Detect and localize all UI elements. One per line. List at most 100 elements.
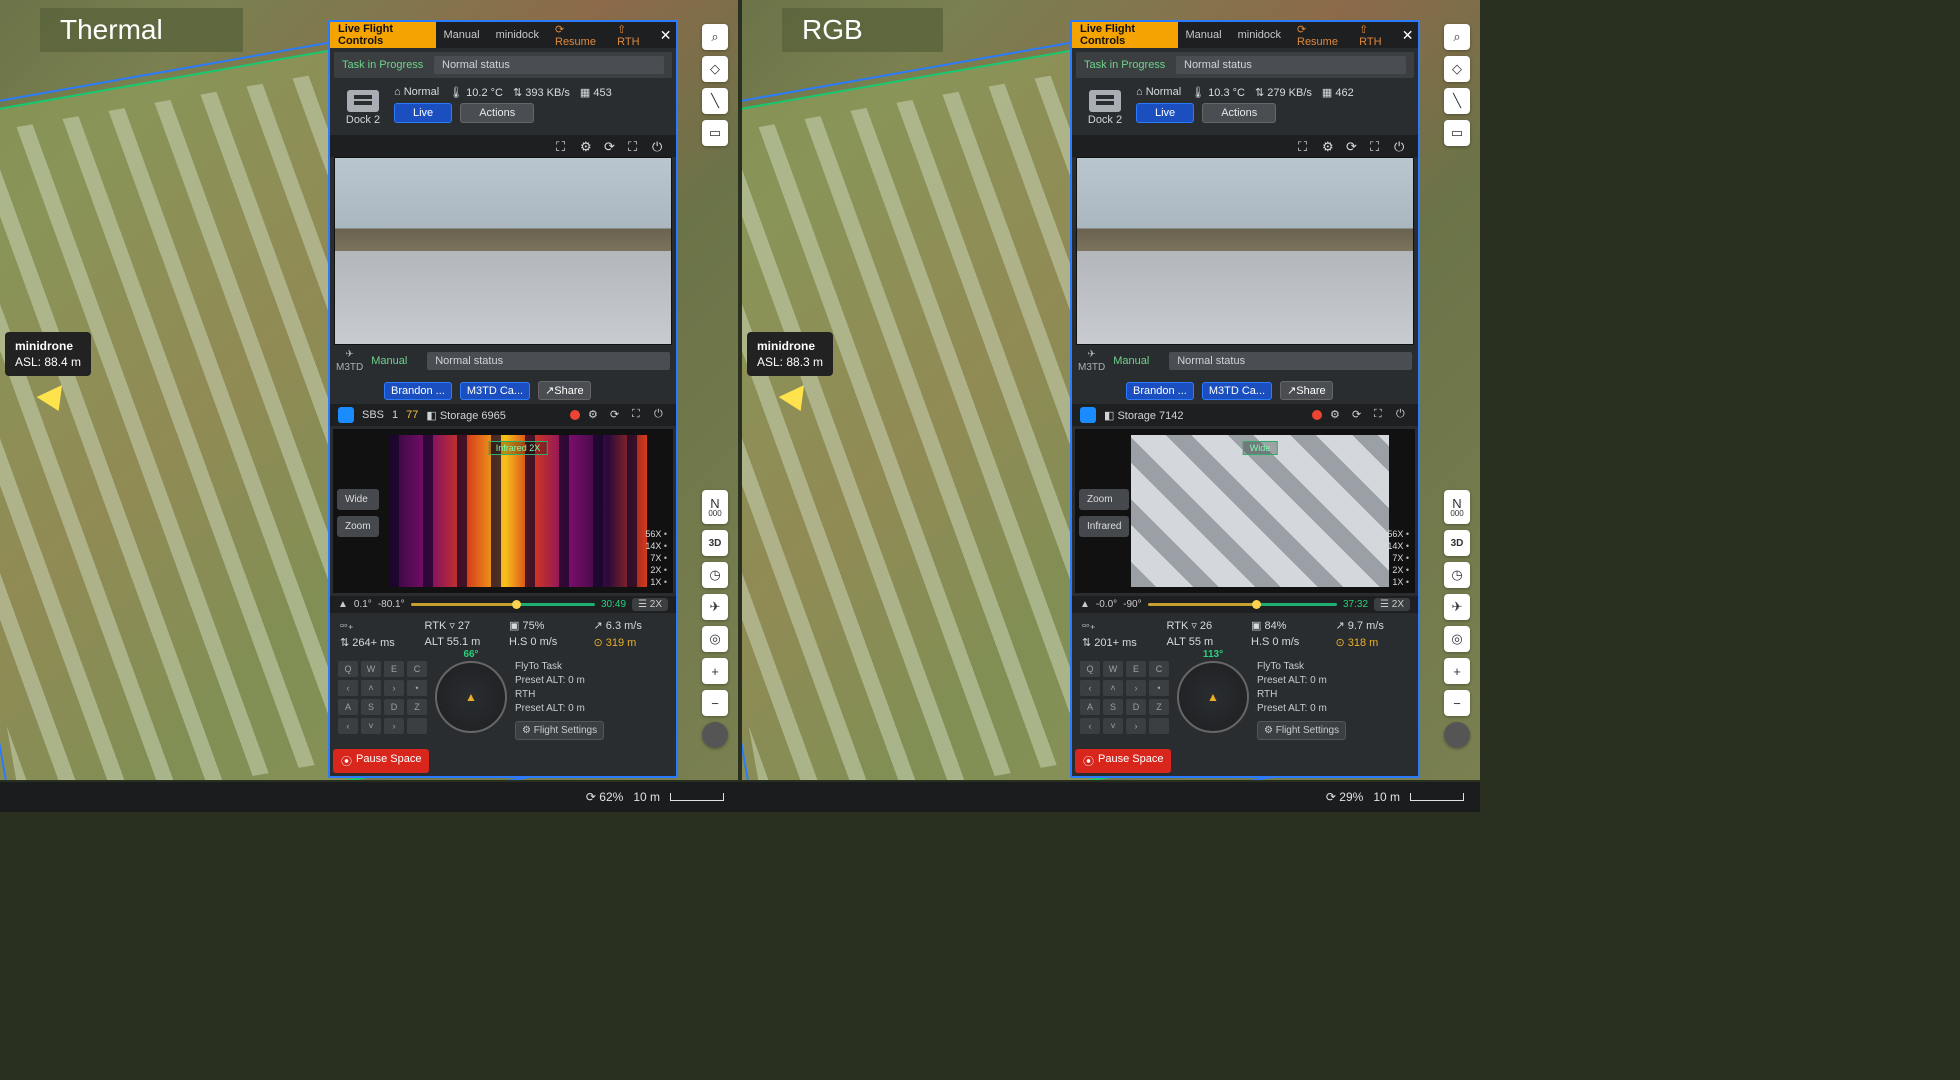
refresh-icon-2[interactable]: ⟳: [610, 408, 624, 422]
rect-icon[interactable]: ▭: [1444, 120, 1470, 146]
plane-icon[interactable]: ✈: [702, 594, 728, 620]
task-label: Task in Progress: [342, 59, 428, 71]
gear-icon-2[interactable]: ⚙: [1330, 408, 1344, 422]
gear-icon[interactable]: ⚙: [1322, 139, 1336, 153]
close-icon[interactable]: ✕: [1397, 27, 1418, 44]
pilot-chip[interactable]: Brandon ...: [384, 382, 452, 400]
heading-compass[interactable]: [435, 661, 507, 733]
search-icon[interactable]: ⌕: [702, 24, 728, 50]
north-icon[interactable]: N000: [702, 490, 728, 524]
link-icon[interactable]: ⛶: [1298, 139, 1312, 153]
gimbal-slider[interactable]: [1148, 603, 1337, 606]
3d-toggle[interactable]: 3D: [702, 530, 728, 556]
actions-button[interactable]: Actions: [460, 103, 534, 123]
zoom-in-button[interactable]: +: [1444, 658, 1470, 684]
clock-icon[interactable]: ◷: [1444, 562, 1470, 588]
share-chip[interactable]: ↗Share: [1280, 381, 1333, 400]
rect-icon[interactable]: ▭: [702, 120, 728, 146]
minimap-icon[interactable]: [1444, 722, 1470, 748]
drone-marker-label[interactable]: minidrone ASL: 88.3 m: [747, 332, 833, 376]
zoom-in-button[interactable]: +: [702, 658, 728, 684]
plane-icon[interactable]: ✈: [1444, 594, 1470, 620]
fullscreen-icon[interactable]: ⛶: [1370, 139, 1384, 153]
clock-icon[interactable]: ◷: [702, 562, 728, 588]
tab-minidock[interactable]: minidock: [488, 22, 547, 48]
fullscreen-icon-2[interactable]: ⛶: [1374, 408, 1388, 422]
minimap-icon[interactable]: [702, 722, 728, 748]
3d-toggle[interactable]: 3D: [1444, 530, 1470, 556]
tab-live-controls[interactable]: Live Flight Controls: [1072, 22, 1178, 48]
actions-button[interactable]: Actions: [1202, 103, 1276, 123]
north-icon[interactable]: N000: [1444, 490, 1470, 524]
tab-minidock[interactable]: minidock: [1230, 22, 1289, 48]
map-tools-top: ⌕ ◇ ╲ ▭: [1444, 24, 1470, 146]
zoom-stack[interactable]: 56X14X7X2X1X: [645, 529, 667, 587]
resume-button[interactable]: ⟳ Resume: [547, 22, 609, 48]
fullscreen-icon[interactable]: ⛶: [628, 139, 642, 153]
drone-marker-icon[interactable]: [40, 390, 68, 418]
line-icon[interactable]: ╲: [702, 88, 728, 114]
keyboard-hints: QWEC ‹˄›• ASDZ ‹˅›: [338, 661, 427, 734]
feed-toggle-icon[interactable]: [338, 407, 354, 423]
wide-button[interactable]: Wide: [337, 489, 379, 510]
sbs-label: SBS: [362, 409, 384, 421]
drone-marker-icon[interactable]: [782, 390, 810, 418]
scale-label: 10 m: [1373, 790, 1400, 804]
gimbal-slider[interactable]: [411, 603, 595, 606]
camera-chip[interactable]: M3TD Ca...: [1202, 382, 1272, 400]
infrared-button[interactable]: Infrared: [1079, 516, 1129, 537]
record-icon[interactable]: [570, 410, 580, 420]
camera-chip[interactable]: M3TD Ca...: [460, 382, 530, 400]
zoom-out-button[interactable]: −: [702, 690, 728, 716]
share-chip[interactable]: ↗Share: [538, 381, 591, 400]
zoom-button[interactable]: Zoom: [337, 516, 379, 537]
record-icon[interactable]: [1312, 410, 1322, 420]
resume-button[interactable]: ⟳ Resume: [1289, 22, 1351, 48]
gimbal-zoom[interactable]: ☰ 2X: [632, 598, 668, 611]
pause-button[interactable]: Pause Space: [333, 749, 429, 773]
drone-feed[interactable]: Wide Zoom Infrared 2X 56X14X7X2X1X: [333, 429, 673, 593]
drone-status: Normal status: [427, 352, 670, 370]
refresh-icon-2[interactable]: ⟳: [1352, 408, 1366, 422]
line-icon[interactable]: ╲: [1444, 88, 1470, 114]
refresh-icon[interactable]: ⟳: [604, 139, 618, 153]
feed-toggle-icon[interactable]: [1080, 407, 1096, 423]
drone-marker-label[interactable]: minidrone ASL: 88.4 m: [5, 332, 91, 376]
tab-manual[interactable]: Manual: [436, 22, 488, 48]
drone-feed[interactable]: Zoom Infrared Wide 56X14X7X2X1X: [1075, 429, 1415, 593]
live-button[interactable]: Live: [394, 103, 452, 123]
live-button[interactable]: Live: [1136, 103, 1194, 123]
search-icon[interactable]: ⌕: [1444, 24, 1470, 50]
refresh-icon[interactable]: ⟳: [1346, 139, 1360, 153]
power-icon[interactable]: ⏻: [1394, 139, 1408, 153]
upload-pct: ⟳ 29%: [1326, 790, 1363, 804]
tab-live-controls[interactable]: Live Flight Controls: [330, 22, 436, 48]
flight-settings-button[interactable]: ⚙ Flight Settings: [515, 721, 604, 740]
pause-button[interactable]: Pause Space: [1075, 749, 1171, 773]
power-icon-2[interactable]: ⏻: [654, 408, 668, 422]
dock-camera-view[interactable]: [1076, 157, 1414, 345]
pilot-chip[interactable]: Brandon ...: [1126, 382, 1194, 400]
fullscreen-icon-2[interactable]: ⛶: [632, 408, 646, 422]
dock-camera-view[interactable]: [334, 157, 672, 345]
power-icon-2[interactable]: ⏻: [1396, 408, 1410, 422]
view-rgb: RGB minidrone ASL: 88.3 m Live Flight Co…: [738, 0, 1480, 780]
diamond-icon[interactable]: ◇: [702, 56, 728, 82]
target-icon[interactable]: ◎: [1444, 626, 1470, 652]
close-icon[interactable]: ✕: [655, 27, 676, 44]
zoom-stack[interactable]: 56X14X7X2X1X: [1387, 529, 1409, 587]
zoom-button[interactable]: Zoom: [1079, 489, 1129, 510]
target-icon[interactable]: ◎: [702, 626, 728, 652]
link-icon[interactable]: ⛶: [556, 139, 570, 153]
gear-icon[interactable]: ⚙: [580, 139, 594, 153]
dock-icon: [347, 90, 379, 112]
gear-icon-2[interactable]: ⚙: [588, 408, 602, 422]
diamond-icon[interactable]: ◇: [1444, 56, 1470, 82]
rth-button[interactable]: ⇧ RTH: [609, 22, 655, 48]
power-icon[interactable]: ⏻: [652, 139, 666, 153]
tab-manual[interactable]: Manual: [1178, 22, 1230, 48]
heading-compass[interactable]: [1177, 661, 1249, 733]
flight-settings-button[interactable]: ⚙ Flight Settings: [1257, 721, 1346, 740]
zoom-out-button[interactable]: −: [1444, 690, 1470, 716]
rth-button[interactable]: ⇧ RTH: [1351, 22, 1397, 48]
